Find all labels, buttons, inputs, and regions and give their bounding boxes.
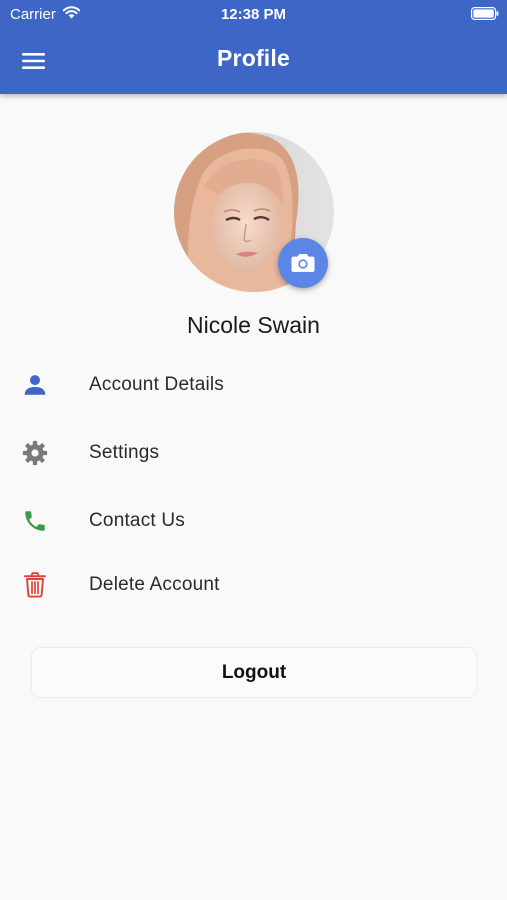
user-name: Nicole Swain: [187, 312, 320, 338]
change-photo-button[interactable]: [278, 238, 328, 288]
page-title: Profile: [217, 45, 290, 71]
logout-button[interactable]: Logout: [31, 647, 477, 698]
battery-icon: [471, 7, 499, 20]
menu-item-label: Settings: [89, 442, 160, 463]
person-icon: [24, 375, 46, 395]
phone-icon: [25, 511, 45, 531]
status-time: 12:38 PM: [220, 6, 287, 23]
camera-icon: [291, 254, 315, 272]
menu-item-label: Delete Account: [89, 574, 220, 595]
app-bar: Carrier 12:38 PM Profile: [0, 0, 507, 94]
menu-item-delete-account[interactable]: Delete Account: [0, 556, 507, 612]
menu-item-label: Account Details: [89, 374, 225, 395]
menu-item-contact-us[interactable]: Contact Us: [0, 492, 507, 548]
menu-item-label: Contact Us: [89, 510, 185, 531]
menu-item-account-details[interactable]: Account Details: [0, 356, 507, 412]
gear-icon: [22, 440, 48, 466]
menu-item-settings[interactable]: Settings: [0, 424, 507, 480]
avatar-container: [174, 132, 334, 292]
status-bar: Carrier 12:38 PM: [0, 0, 507, 28]
trash-icon: [24, 572, 46, 598]
